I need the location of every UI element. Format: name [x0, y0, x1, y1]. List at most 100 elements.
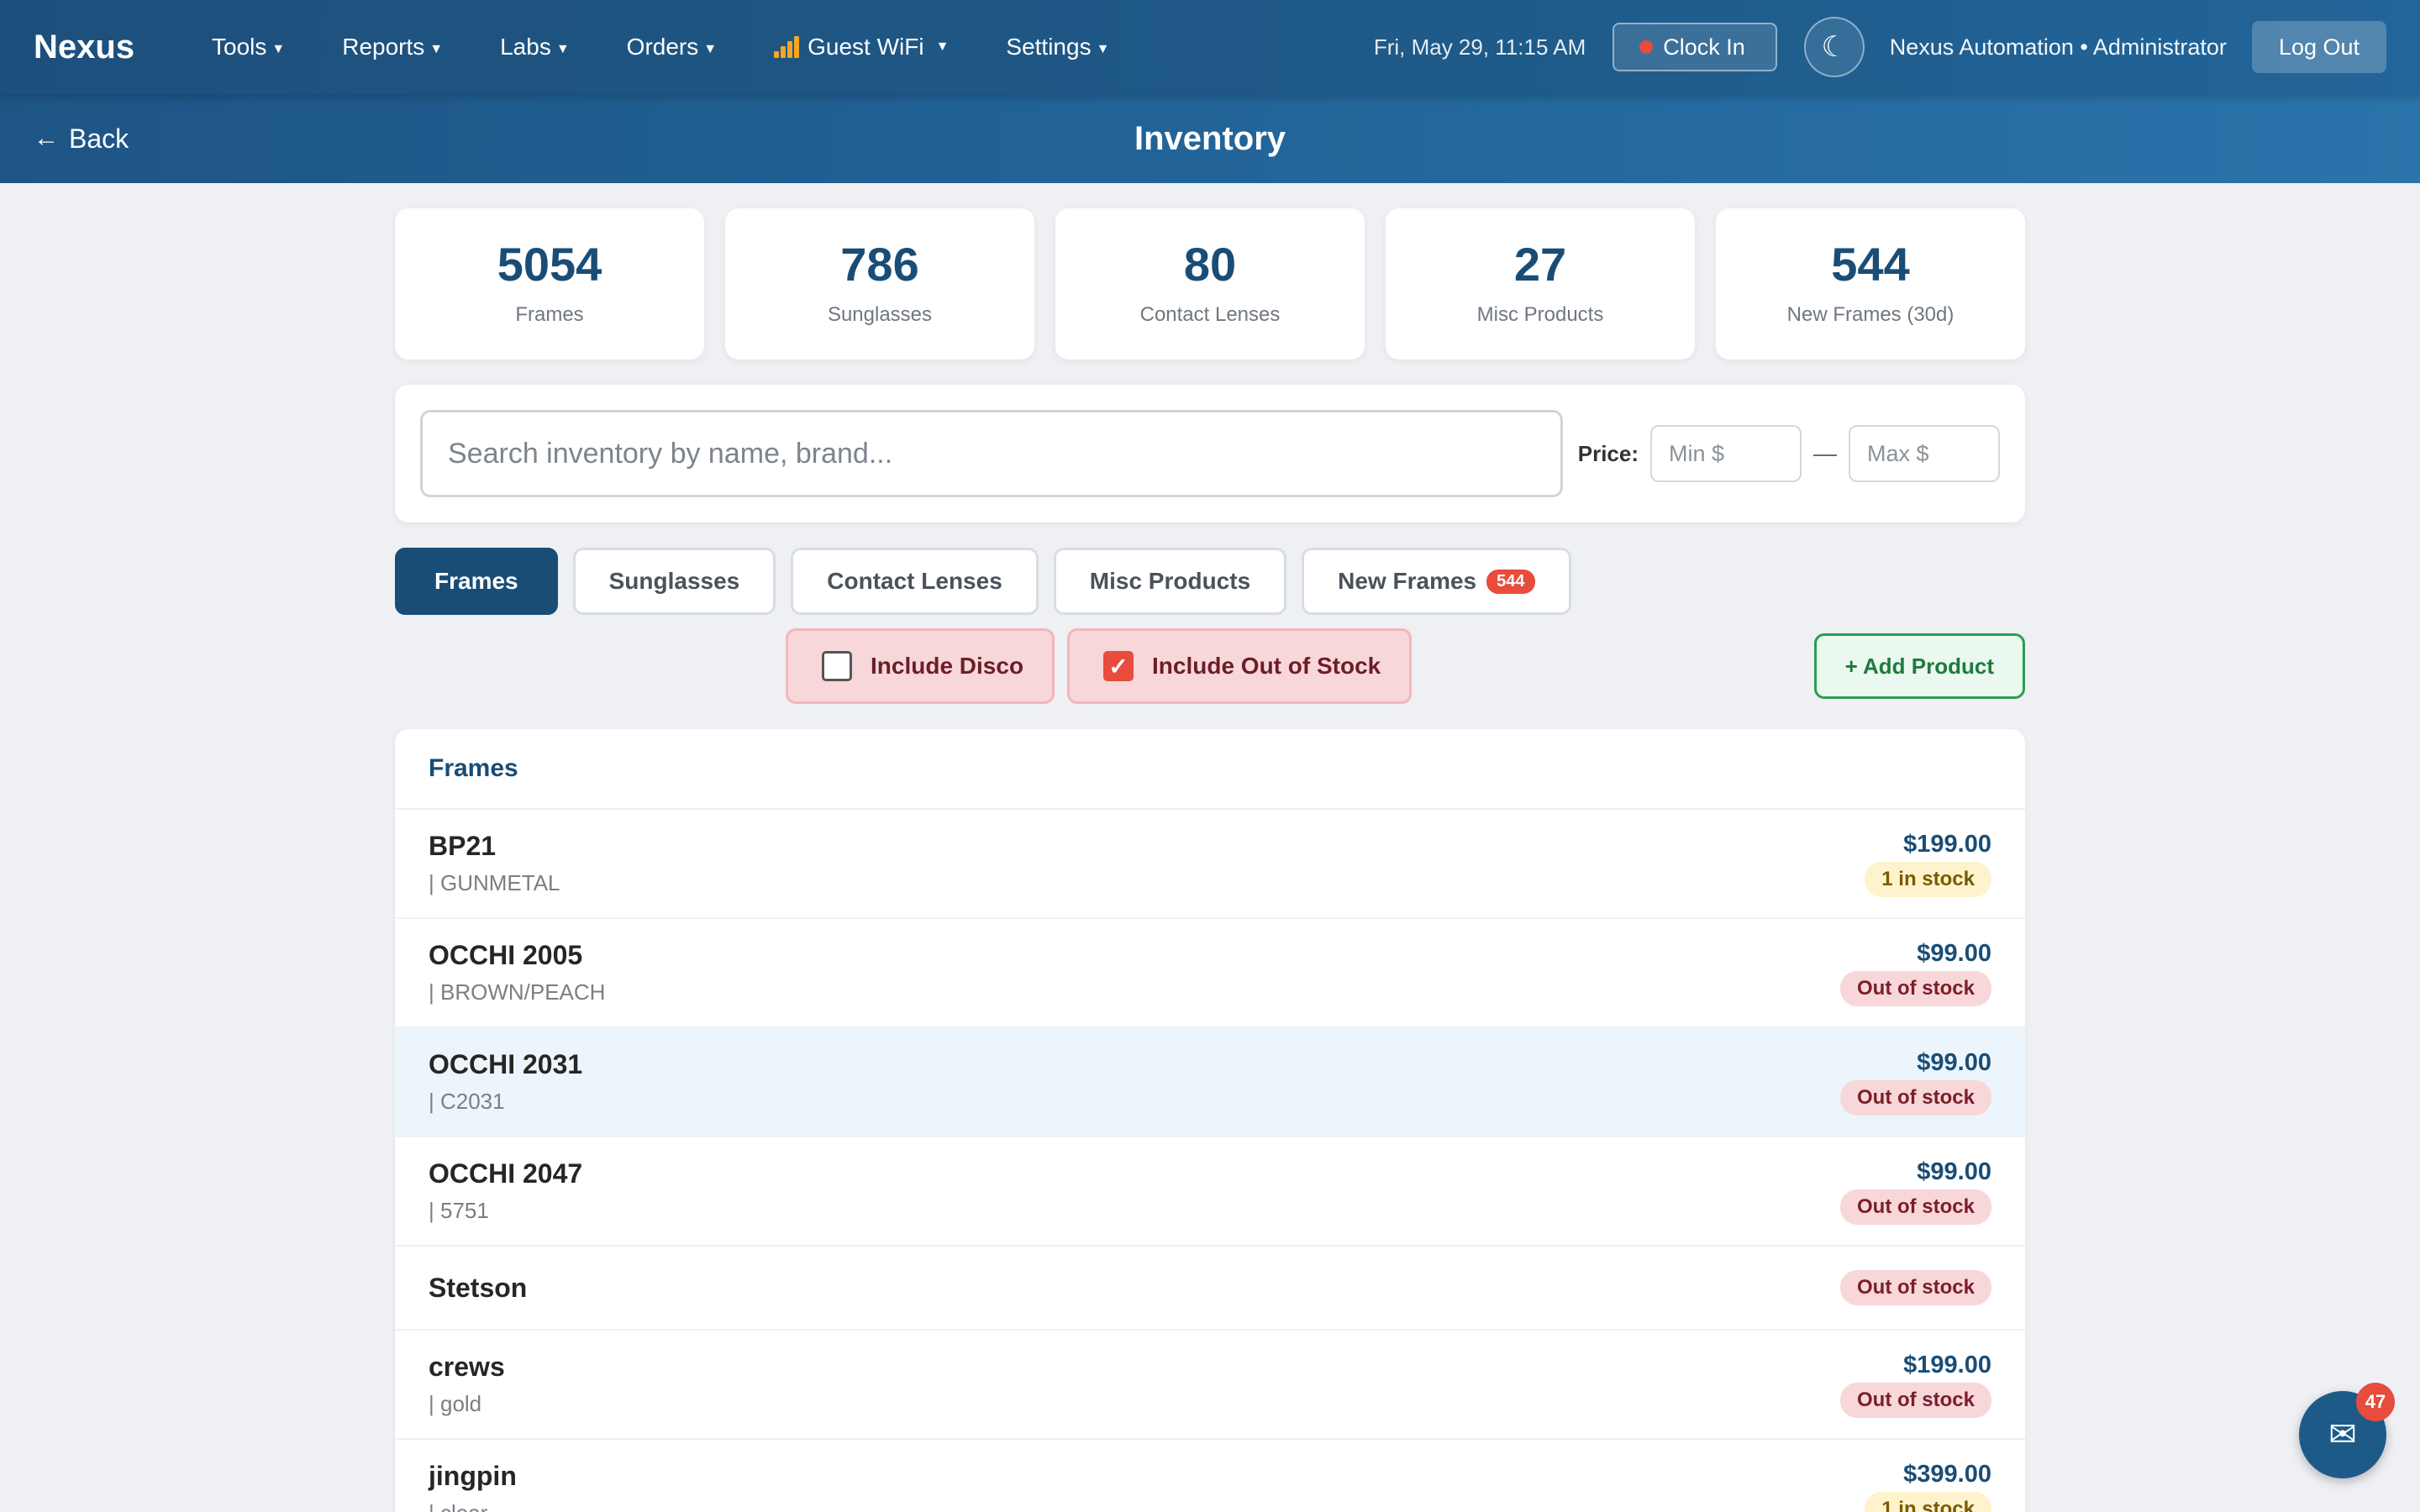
stat-value: 27 [1513, 238, 1567, 291]
logout-button[interactable]: Log Out [2251, 21, 2386, 73]
min-price-input[interactable] [1650, 425, 1802, 482]
price-label: Price: [1577, 440, 1639, 466]
table-row[interactable]: BP21 | GUNMETAL $199.00 1 in stock [395, 810, 2025, 919]
stock-badge: Out of stock [1839, 1270, 1991, 1305]
envelope-icon: ✉ [2328, 1416, 2357, 1453]
stock-badge: Out of stock [1839, 970, 1991, 1006]
product-variant: | BROWN/PEACH [429, 979, 606, 1005]
menu-tools-label: Tools [212, 34, 267, 60]
include-out-of-stock-label: Include Out of Stock [1152, 653, 1381, 679]
table-row[interactable]: crews | gold $199.00 Out of stock [395, 1331, 2025, 1440]
product-price: $99.00 [1917, 939, 1991, 967]
tab-new-frames-label: New Frames [1338, 568, 1477, 594]
table-row[interactable]: OCCHI 2031 | C2031 $99.00 Out of stock [395, 1028, 2025, 1137]
product-price: $199.00 [1903, 1351, 1991, 1378]
main-menu: Tools ▼ Reports ▼ Labs ▼ Orders ▼ Guest … [212, 34, 1166, 60]
menu-tools[interactable]: Tools ▼ [212, 34, 285, 60]
menu-labs[interactable]: Labs ▼ [500, 34, 570, 60]
stat-card-new-frames[interactable]: 544 New Frames (30d) [1716, 208, 2025, 360]
user-label: Nexus Automation • Administrator [1889, 34, 2227, 60]
product-variant: | gold [429, 1391, 482, 1416]
product-variant: | C2031 [429, 1089, 505, 1114]
stat-label: Sunglasses [827, 303, 933, 326]
tab-misc-products[interactable]: Misc Products [1053, 548, 1287, 615]
table-row[interactable]: jingpin | clear $399.00 1 in stock [395, 1440, 2025, 1512]
product-variant: | 5751 [429, 1198, 489, 1223]
tab-new-frames[interactable]: New Frames 544 [1302, 548, 1571, 615]
stat-label: Misc Products [1476, 303, 1604, 326]
menu-guest-wifi-label: Guest WiFi [808, 34, 924, 60]
search-input[interactable] [420, 410, 1563, 497]
add-product-button[interactable]: + Add Product [1813, 633, 2025, 699]
product-list: Frames BP21 | GUNMETAL $199.00 1 in stoc… [395, 729, 2025, 1512]
stat-value: 544 [1831, 238, 1910, 291]
chevron-down-icon: ▼ [271, 42, 286, 56]
nav-right: Fri, May 29, 11:15 AM Clock In ☾ Nexus A… [1374, 17, 2386, 77]
include-out-of-stock-checkbox[interactable]: ✓ [1103, 651, 1134, 681]
chevron-down-icon: ▼ [935, 39, 950, 54]
stat-card-sunglasses[interactable]: 786 Sunglasses [725, 208, 1034, 360]
category-tabs: Frames Sunglasses Contact Lenses Misc Pr… [395, 548, 2025, 615]
status-dot-icon [1639, 40, 1654, 54]
include-disco-toggle[interactable]: Include Disco [786, 628, 1055, 704]
menu-orders-label: Orders [626, 34, 699, 60]
stat-value: 5054 [497, 238, 602, 291]
max-price-input[interactable] [1849, 425, 2000, 482]
price-range-dash: — [1813, 440, 1837, 466]
table-row[interactable]: Stetson Out of stock [395, 1247, 2025, 1331]
chevron-down-icon: ▼ [1096, 42, 1110, 56]
page-header: ← Back Inventory [0, 94, 2420, 183]
stat-value: 786 [840, 238, 919, 291]
product-price: $99.00 [1917, 1048, 1991, 1076]
theme-toggle-button[interactable]: ☾ [1803, 17, 1865, 77]
menu-orders[interactable]: Orders ▼ [627, 34, 717, 60]
stat-card-frames[interactable]: 5054 Frames [395, 208, 704, 360]
product-name: Stetson [429, 1272, 528, 1303]
product-name: OCCHI 2031 [429, 1049, 583, 1079]
include-disco-checkbox[interactable] [822, 651, 852, 681]
include-disco-label: Include Disco [871, 653, 1024, 679]
menu-reports-label: Reports [342, 34, 425, 60]
menu-reports[interactable]: Reports ▼ [342, 34, 443, 60]
moon-icon: ☾ [1821, 31, 1848, 63]
stock-badge: Out of stock [1839, 1079, 1991, 1116]
menu-guest-wifi[interactable]: Guest WiFi ▼ [774, 34, 949, 60]
clock-in-button[interactable]: Clock In [1612, 23, 1777, 71]
stat-label: New Frames (30d) [1786, 303, 1954, 326]
stat-card-misc-products[interactable]: 27 Misc Products [1386, 208, 1695, 360]
product-name: OCCHI 2047 [429, 1158, 583, 1189]
stock-badge: Out of stock [1839, 1382, 1991, 1418]
stock-badge: Out of stock [1839, 1189, 1991, 1225]
back-label: Back [69, 123, 129, 154]
tab-frames[interactable]: Frames [395, 548, 558, 615]
chevron-down-icon: ▼ [703, 42, 718, 56]
main-content: 5054 Frames 786 Sunglasses 80 Contact Le… [395, 208, 2025, 1512]
unread-count-badge: 47 [2356, 1383, 2395, 1421]
filter-row: Include Disco ✓ Include Out of Stock + A… [395, 628, 2025, 704]
product-name: crews [429, 1352, 505, 1382]
stat-label: Frames [515, 303, 584, 326]
table-row[interactable]: OCCHI 2047 | 5751 $99.00 Out of stock [395, 1137, 2025, 1247]
back-button[interactable]: ← Back [34, 94, 129, 183]
tab-sunglasses[interactable]: Sunglasses [572, 548, 776, 615]
menu-settings[interactable]: Settings ▼ [1006, 34, 1109, 60]
check-icon: ✓ [1108, 653, 1128, 680]
stat-label: Contact Lenses [1139, 303, 1281, 326]
list-header: Frames [395, 729, 2025, 810]
product-name: OCCHI 2005 [429, 940, 583, 970]
table-row[interactable]: OCCHI 2005 | BROWN/PEACH $99.00 Out of s… [395, 919, 2025, 1028]
menu-settings-label: Settings [1006, 34, 1092, 60]
product-price: $99.00 [1917, 1158, 1991, 1185]
stat-card-contact-lenses[interactable]: 80 Contact Lenses [1055, 208, 1365, 360]
stock-badge: 1 in stock [1865, 1491, 1991, 1512]
page-title: Inventory [1134, 120, 1286, 157]
top-nav: Nexus Tools ▼ Reports ▼ Labs ▼ Orders ▼ … [0, 0, 2420, 94]
tab-contact-lenses[interactable]: Contact Lenses [791, 548, 1039, 615]
include-out-of-stock-toggle[interactable]: ✓ Include Out of Stock [1067, 628, 1413, 704]
product-variant: | GUNMETAL [429, 870, 560, 895]
product-price: $199.00 [1903, 830, 1991, 858]
brand-logo[interactable]: Nexus [34, 29, 212, 66]
current-datetime: Fri, May 29, 11:15 AM [1373, 34, 1586, 60]
count-badge: 544 [1486, 569, 1535, 594]
chevron-down-icon: ▼ [555, 42, 570, 56]
